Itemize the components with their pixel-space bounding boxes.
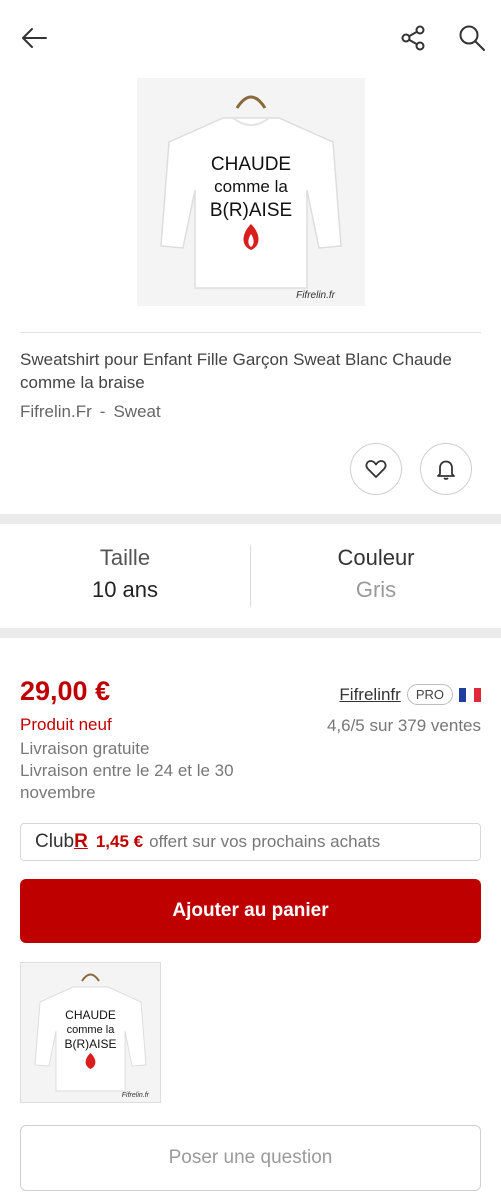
category-link[interactable]: Sweat: [113, 402, 160, 421]
sweatshirt-illustration: CHAUDE comme la B(R)AISE Fifrelin.fr: [160, 95, 342, 301]
price-alert-button[interactable]: [420, 443, 472, 495]
shipping-info: Livraison gratuite Livraison entre le 24…: [20, 738, 280, 804]
product-thumbnail[interactable]: CHAUDE comme la B(R)AISE Fifrelin.fr: [20, 962, 161, 1103]
shirt-line-1: CHAUDE: [211, 154, 291, 175]
share-icon: [401, 25, 425, 51]
bell-icon: [437, 460, 455, 480]
pro-badge: PRO: [406, 684, 453, 705]
brand-link[interactable]: Fifrelin.Fr: [20, 402, 92, 421]
back-button[interactable]: [14, 18, 54, 58]
color-selector[interactable]: Couleur Gris: [251, 545, 501, 603]
arrow-left-icon: [22, 28, 47, 48]
club-logo-letter: R: [74, 831, 88, 852]
product-image[interactable]: CHAUDE comme la B(R)AISE Fifrelin.fr: [137, 78, 365, 306]
thumb-line-2: comme la: [67, 1024, 116, 1036]
seller-info: Fifrelinfr PRO: [339, 684, 481, 705]
club-amount: 1,45 €: [95, 832, 144, 851]
image-watermark: Fifrelin.fr: [296, 290, 336, 301]
size-value: 10 ans: [91, 577, 159, 602]
shirt-line-3: B(R)AISE: [210, 200, 292, 221]
condition: Produit neuf: [20, 715, 112, 734]
shirt-line-2: comme la: [214, 177, 288, 196]
size-selector[interactable]: Taille 10 ans: [0, 545, 250, 603]
thumb-watermark: Fifrelin.fr: [122, 1092, 150, 1099]
thumbnail-illustration: CHAUDE comme la B(R)AISE Fifrelin.fr: [34, 973, 150, 1099]
color-label: Couleur: [337, 545, 415, 570]
section-separator: [0, 514, 501, 524]
favorite-button[interactable]: [350, 443, 402, 495]
club-r-logo: ClubR: [35, 831, 88, 853]
share-button[interactable]: [393, 18, 433, 58]
seller-name-link[interactable]: Fifrelinfr: [339, 685, 400, 705]
divider: [20, 332, 481, 333]
size-label: Taille: [99, 545, 151, 570]
section-separator: [0, 628, 501, 638]
shipping-cost: Livraison gratuite: [20, 739, 150, 758]
france-flag-icon: [459, 687, 481, 702]
club-text: offert sur vos prochains achats: [149, 832, 381, 851]
club-logo-text: Club: [35, 831, 75, 852]
club-r-banner[interactable]: ClubR 1,45 € offert sur vos prochains ac…: [20, 823, 481, 861]
search-button[interactable]: [452, 18, 492, 58]
brand-line: Fifrelin.Fr - Sweat: [20, 402, 169, 422]
thumb-line-3: B(R)AISE: [64, 1037, 116, 1051]
color-value: Gris: [355, 577, 397, 602]
product-title: Sweatshirt pour Enfant Fille Garçon Swea…: [20, 350, 452, 392]
ask-question-button[interactable]: Poser une question: [20, 1125, 481, 1191]
heart-icon: [365, 460, 387, 478]
thumb-line-1: CHAUDE: [65, 1008, 116, 1022]
price: 29,00 €: [20, 676, 111, 706]
search-icon: [459, 25, 485, 51]
seller-rating: 4,6/5 sur 379 ventes: [326, 716, 481, 735]
add-to-cart-button[interactable]: Ajouter au panier: [20, 879, 481, 943]
top-bar: [0, 0, 501, 72]
delivery-dates: Livraison entre le 24 et le 30 novembre: [20, 761, 234, 802]
brand-separator: -: [99, 402, 106, 421]
